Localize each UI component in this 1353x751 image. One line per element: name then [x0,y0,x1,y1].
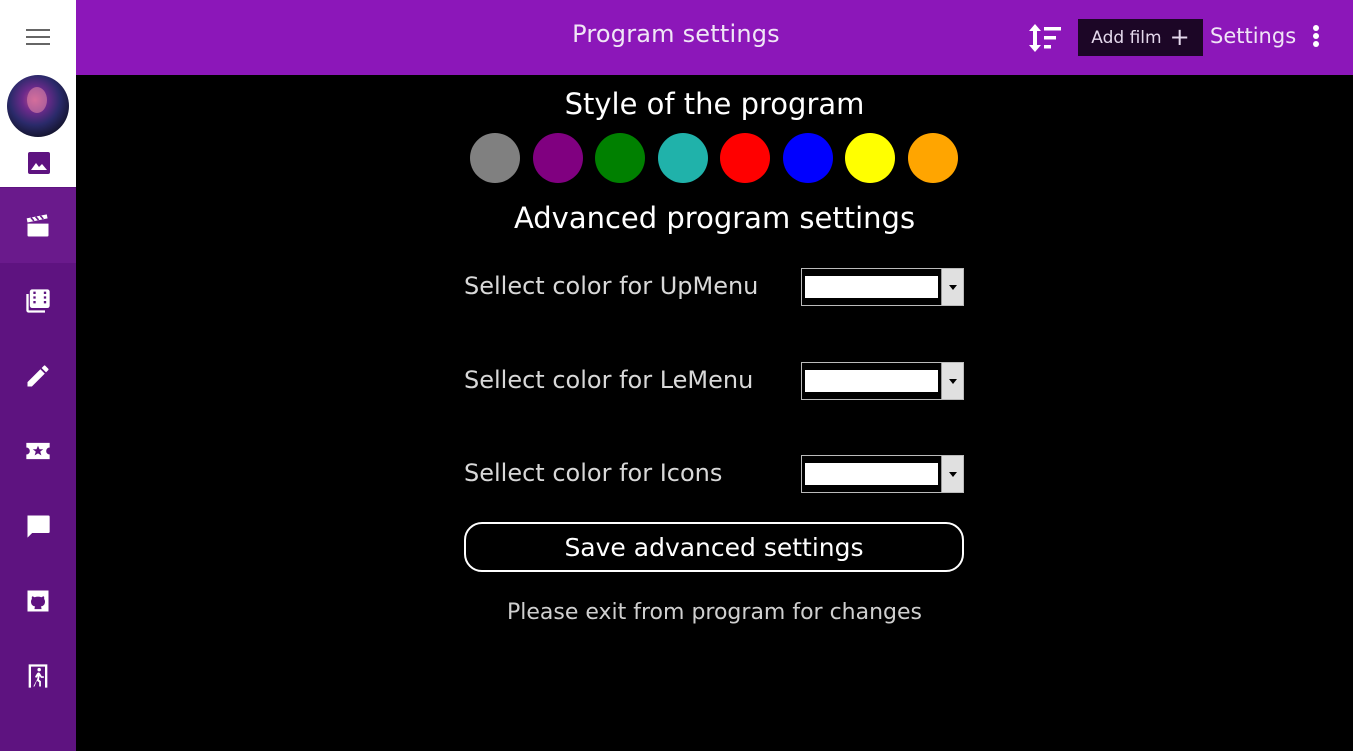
style-color-swatch[interactable] [907,133,958,183]
style-color-swatch[interactable] [845,133,895,183]
lemenu-color-row: Sellect color for LeMenu [464,362,964,402]
style-section-title: Style of the program [564,87,865,121]
save-advanced-settings-button[interactable]: Save advanced settings [464,522,964,572]
style-color-swatch[interactable] [532,133,583,183]
pencil-icon [27,364,49,386]
chevron-down-icon[interactable] [941,363,963,399]
chevron-down-icon[interactable] [941,456,963,492]
image-icon[interactable] [27,151,51,175]
film-library-icon [26,288,50,313]
ticket-star-icon [26,442,50,459]
chat-bubble-icon [27,515,50,538]
upmenu-color-row: Sellect color for UpMenu [464,268,964,308]
top-app-bar: Program settings Add film + Settings [76,0,1353,75]
lemenu-color-label: Sellect color for LeMenu [464,366,754,394]
github-icon [27,590,49,611]
sidebar-item-exit[interactable] [0,638,76,713]
sidebar-item-chat[interactable] [0,488,76,563]
advanced-section-title: Advanced program settings [513,201,916,235]
upmenu-color-label: Sellect color for UpMenu [464,272,759,300]
plus-icon: + [1169,22,1190,51]
style-color-swatches [470,133,958,183]
sidebar-profile-area [0,0,76,187]
style-color-swatch[interactable] [720,133,770,183]
add-film-label: Add film [1091,27,1162,48]
settings-link[interactable]: Settings [1210,24,1296,48]
sidebar-item-tickets[interactable] [0,413,76,488]
exit-door-icon [28,663,48,688]
sidebar-item-films[interactable] [0,188,76,263]
chevron-down-icon[interactable] [941,269,963,305]
more-vertical-icon[interactable] [1310,25,1322,51]
style-color-swatch[interactable] [595,133,645,183]
upmenu-color-value [805,276,938,298]
style-color-swatch[interactable] [470,133,520,183]
left-sidebar [0,0,76,751]
sidebar-item-edit[interactable] [0,338,76,413]
lemenu-color-select[interactable] [801,362,964,400]
style-color-swatch[interactable] [782,133,833,183]
upmenu-color-select[interactable] [801,268,964,306]
clapperboard-icon [26,213,49,236]
icons-color-select[interactable] [801,455,964,493]
settings-content: Style of the program Advanced program se… [76,75,1353,751]
style-color-swatch[interactable] [657,133,708,183]
lemenu-color-value [805,370,938,392]
restart-notice: Please exit from program for changes [506,600,923,625]
sidebar-item-library[interactable] [0,263,76,338]
icons-color-label: Sellect color for Icons [464,459,723,487]
hamburger-icon[interactable] [26,29,50,47]
sort-icon[interactable] [1028,22,1062,54]
avatar[interactable] [7,75,69,137]
icons-color-row: Sellect color for Icons [464,455,964,495]
sidebar-item-github[interactable] [0,563,76,638]
add-film-button[interactable]: Add film + [1078,19,1203,56]
icons-color-value [805,463,938,485]
